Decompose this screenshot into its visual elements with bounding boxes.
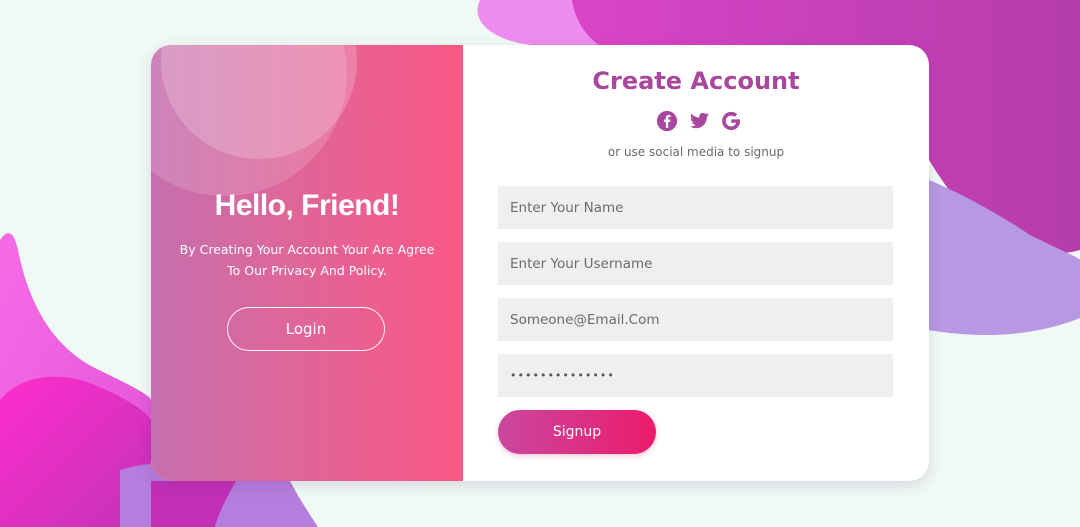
twitter-icon[interactable] [688,110,710,132]
email-field[interactable] [498,298,893,341]
welcome-description-line: By Creating Your Account Your Are Agree [179,242,435,257]
welcome-description: By Creating Your Account Your Are Agree … [161,239,453,281]
login-button[interactable]: Login [227,307,385,351]
welcome-description-line: To Our Privacy And Policy. [227,263,387,278]
facebook-icon[interactable] [656,110,678,132]
social-login-row [656,109,742,133]
name-field[interactable] [498,186,893,229]
google-icon[interactable] [720,110,742,132]
signup-button[interactable]: Signup [498,410,656,454]
username-field[interactable] [498,242,893,285]
social-hint-text: or use social media to signup [607,145,785,159]
welcome-title: Hello, Friend! [214,189,400,222]
password-field[interactable] [498,354,893,397]
page-title: Create Account [592,67,800,95]
signup-card: Hello, Friend! By Creating Your Account … [151,45,929,481]
welcome-panel: Hello, Friend! By Creating Your Account … [151,45,463,481]
signup-form-panel: Create Account or use social media to si… [463,45,929,481]
